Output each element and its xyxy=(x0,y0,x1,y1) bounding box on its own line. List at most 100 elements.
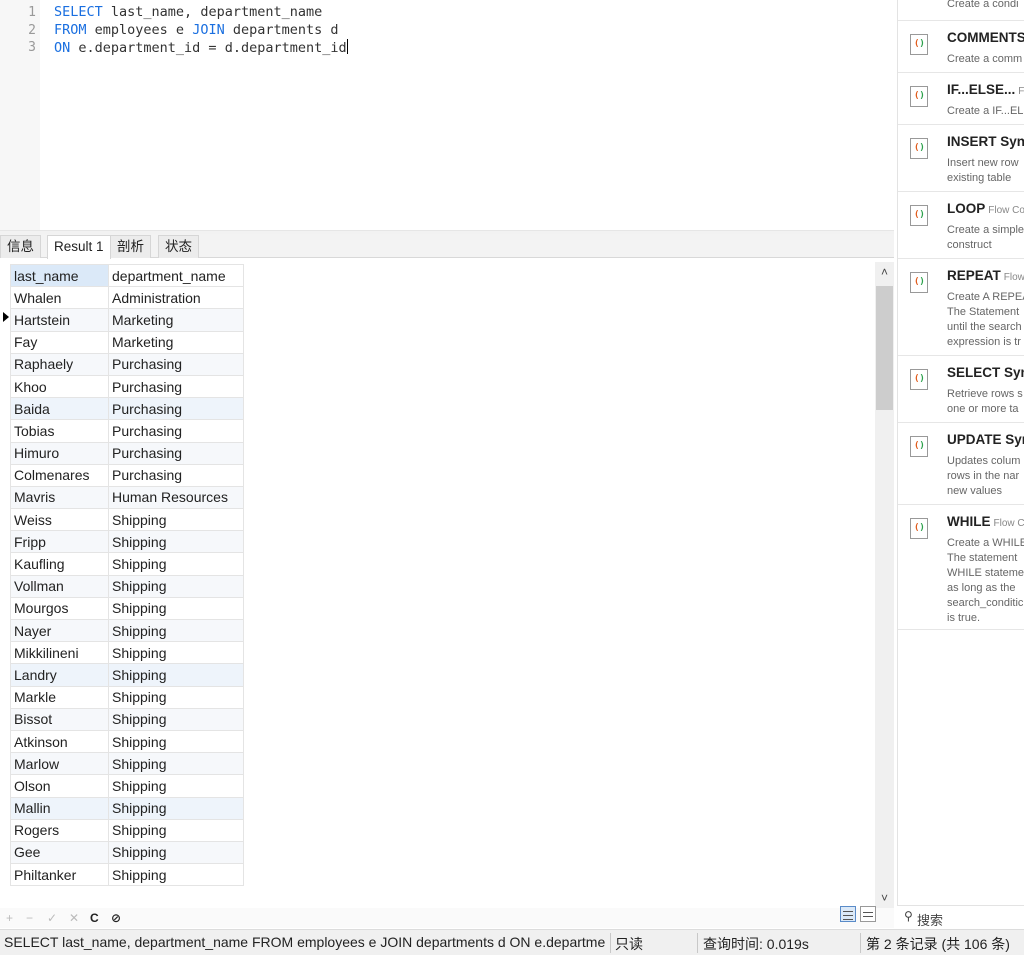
form-view-icon[interactable] xyxy=(860,906,876,922)
snippet-item[interactable]: () REPEATFlow Create A REPEA The Statement… xyxy=(898,259,1024,356)
stop-icon[interactable]: ⊘ xyxy=(111,909,121,927)
table-row[interactable]: Philtanker Shipping xyxy=(10,863,244,887)
table-row[interactable]: Mikkilineni Shipping xyxy=(10,641,244,665)
snippet-search-box[interactable]: ⚲ 搜索 xyxy=(897,905,1024,929)
table-row[interactable]: Rogers Shipping xyxy=(10,818,244,842)
cell-department-name[interactable]: Shipping xyxy=(108,752,244,776)
scroll-up-icon[interactable]: ˄ xyxy=(875,262,894,282)
table-row[interactable]: Baida Purchasing xyxy=(10,397,244,421)
cell-last-name[interactable]: Kaufling xyxy=(10,552,109,576)
cell-last-name[interactable]: Philtanker xyxy=(10,863,109,887)
cell-last-name[interactable]: Baida xyxy=(10,397,109,421)
table-row[interactable]: Landry Shipping xyxy=(10,663,244,687)
apply-changes-icon[interactable]: ✓ xyxy=(47,909,57,927)
cell-last-name[interactable]: Fripp xyxy=(10,530,109,554)
cell-last-name[interactable]: Tobias xyxy=(10,419,109,443)
delete-record-icon[interactable]: − xyxy=(26,909,33,927)
cell-last-name[interactable]: Whalen xyxy=(10,286,109,310)
snippet-item[interactable]: () UPDATE Syn Updates colum rows in the na… xyxy=(898,423,1024,505)
table-row[interactable]: Kaufling Shipping xyxy=(10,552,244,576)
cell-department-name[interactable]: Shipping xyxy=(108,508,244,532)
cell-last-name[interactable]: Olson xyxy=(10,774,109,798)
table-row[interactable]: Olson Shipping xyxy=(10,774,244,798)
cell-last-name[interactable]: Khoo xyxy=(10,374,109,399)
cell-last-name[interactable]: Landry xyxy=(10,663,109,687)
table-row[interactable]: Himuro Purchasing xyxy=(10,441,244,465)
snippet-item[interactable]: () SELECT Syn Retrieve rows s one or more … xyxy=(898,356,1024,423)
table-row[interactable]: Fay Marketing xyxy=(10,330,244,354)
cell-department-name[interactable]: Purchasing xyxy=(108,441,244,465)
cell-last-name[interactable]: Colmenares xyxy=(10,463,109,487)
add-record-icon[interactable]: + xyxy=(6,909,13,927)
snippet-item[interactable]: () LOOP Flow Co Create a simple construct xyxy=(898,192,1024,259)
snippet-item[interactable]: ()Create a condi xyxy=(898,0,1024,21)
table-row[interactable]: Tobias Purchasing xyxy=(10,419,244,443)
cell-department-name[interactable]: Shipping xyxy=(108,574,244,598)
table-row[interactable]: Mallin Shipping xyxy=(10,796,244,820)
cell-department-name[interactable]: Shipping xyxy=(108,641,244,665)
cell-last-name[interactable]: Mourgos xyxy=(10,596,109,621)
refresh-icon[interactable]: C xyxy=(90,909,99,927)
table-row[interactable]: Whalen Administration xyxy=(10,286,244,310)
cell-last-name[interactable]: Rogers xyxy=(10,818,109,842)
cell-department-name[interactable]: Purchasing xyxy=(108,463,244,487)
cell-department-name[interactable]: Marketing xyxy=(108,308,244,332)
snippet-item[interactable]: () IF...ELSE...Flo Create a IF...ELS xyxy=(898,73,1024,125)
cell-department-name[interactable]: Shipping xyxy=(108,863,244,887)
result-grid[interactable]: last_name department_name Whalen Administ… xyxy=(0,262,875,908)
table-row[interactable]: Nayer Shipping xyxy=(10,618,244,643)
cell-last-name[interactable]: Bissot xyxy=(10,707,109,731)
snippet-item[interactable]: () WHILE Flow C Create a WHILE The statemen… xyxy=(898,505,1024,630)
cell-department-name[interactable]: Shipping xyxy=(108,685,244,709)
tab-result-1[interactable]: Result 1 xyxy=(47,235,111,259)
table-row[interactable]: Atkinson Shipping xyxy=(10,729,244,754)
table-row[interactable]: Mourgos Shipping xyxy=(10,596,244,621)
table-row[interactable]: Vollman Shipping xyxy=(10,574,244,598)
cell-department-name[interactable]: Administration xyxy=(108,286,244,310)
cell-last-name[interactable]: Mikkilineni xyxy=(10,641,109,665)
table-row[interactable]: Bissot Shipping xyxy=(10,707,244,731)
cell-department-name[interactable]: Purchasing xyxy=(108,397,244,421)
column-header-last-name[interactable]: last_name xyxy=(10,263,109,288)
cell-department-name[interactable]: Shipping xyxy=(108,663,244,687)
cell-department-name[interactable]: Shipping xyxy=(108,840,244,865)
cell-last-name[interactable]: Marlow xyxy=(10,752,109,776)
cell-last-name[interactable]: Fay xyxy=(10,330,109,354)
cell-last-name[interactable]: Atkinson xyxy=(10,729,109,754)
cell-department-name[interactable]: Shipping xyxy=(108,818,244,842)
cell-department-name[interactable]: Shipping xyxy=(108,774,244,798)
cell-last-name[interactable]: Himuro xyxy=(10,441,109,465)
cell-last-name[interactable]: Hartstein xyxy=(10,308,109,332)
cell-department-name[interactable]: Human Resources xyxy=(108,485,244,510)
sql-editor[interactable]: 123 SELECT last_name, department_name FRO… xyxy=(0,0,894,230)
cell-last-name[interactable]: Vollman xyxy=(10,574,109,598)
tab-profile[interactable]: 剖析 xyxy=(110,235,151,258)
grid-vertical-scrollbar[interactable]: ˄ ˅ xyxy=(875,262,894,908)
cell-department-name[interactable]: Purchasing xyxy=(108,374,244,399)
cell-department-name[interactable]: Shipping xyxy=(108,618,244,643)
grid-view-icon[interactable] xyxy=(840,906,856,922)
table-row[interactable]: Colmenares Purchasing xyxy=(10,463,244,487)
cell-last-name[interactable]: Nayer xyxy=(10,618,109,643)
cell-last-name[interactable]: Gee xyxy=(10,840,109,865)
cell-department-name[interactable]: Shipping xyxy=(108,796,244,820)
cell-department-name[interactable]: Purchasing xyxy=(108,419,244,443)
snippet-item[interactable]: () INSERT Syn Insert new row existing tabl… xyxy=(898,125,1024,192)
cell-department-name[interactable]: Shipping xyxy=(108,530,244,554)
cell-department-name[interactable]: Shipping xyxy=(108,729,244,754)
table-row[interactable]: Fripp Shipping xyxy=(10,530,244,554)
cell-last-name[interactable]: Weiss xyxy=(10,508,109,532)
cell-last-name[interactable]: Mavris xyxy=(10,485,109,510)
table-row[interactable]: Khoo Purchasing xyxy=(10,374,244,399)
scroll-down-icon[interactable]: ˅ xyxy=(875,888,894,908)
table-row[interactable]: Mavris Human Resources xyxy=(10,485,244,510)
discard-changes-icon[interactable]: ✕ xyxy=(69,909,79,927)
table-row[interactable]: Markle Shipping xyxy=(10,685,244,709)
snippet-item[interactable]: () COMMENTS Create a comm xyxy=(898,21,1024,73)
cell-department-name[interactable]: Purchasing xyxy=(108,352,244,376)
cell-department-name[interactable]: Shipping xyxy=(108,707,244,731)
table-row[interactable]: Raphaely Purchasing xyxy=(10,352,244,376)
tab-status[interactable]: 状态 xyxy=(158,235,199,258)
tab-info[interactable]: 信息 xyxy=(0,235,41,258)
cell-last-name[interactable]: Mallin xyxy=(10,796,109,820)
